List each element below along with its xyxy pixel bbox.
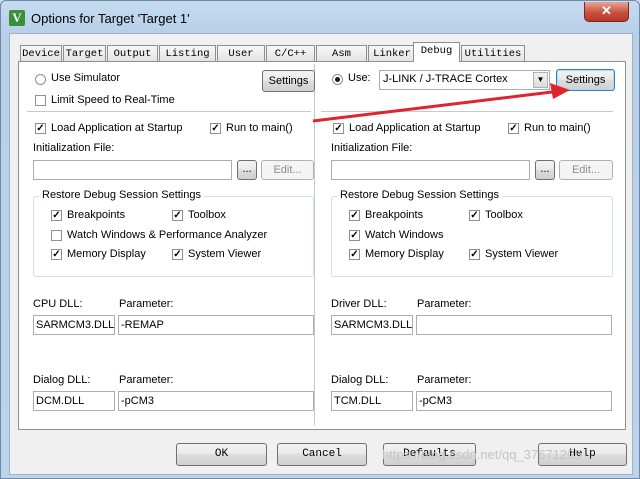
tab-target[interactable]: Target (63, 45, 106, 61)
keil-app-icon: V (9, 10, 25, 26)
cpu-param-label: Parameter: (119, 298, 174, 310)
right-dialog-param-input[interactable]: -pCM3 (416, 391, 612, 411)
right-toolbox-checkbox[interactable]: ✓ (469, 210, 480, 221)
right-init-file-label: Initialization File: (331, 142, 413, 154)
left-dialog-dll-label: Dialog DLL: (33, 374, 91, 386)
debug-tab-panel: Use Simulator Limit Speed to Real-Time S… (18, 61, 626, 430)
left-memory-display-label: Memory Display (67, 248, 146, 260)
ok-button[interactable]: OK (176, 443, 267, 466)
simulator-settings-button[interactable]: Settings (262, 70, 315, 92)
dialog-client-area: Device Target Output Listing User C/C++ … (9, 33, 633, 475)
title-bar[interactable]: V Options for Target 'Target 1' ✕ (1, 1, 639, 35)
tab-c-cpp[interactable]: C/C++ (266, 45, 315, 61)
tab-linker[interactable]: Linker (368, 45, 416, 61)
left-watch-windows-checkbox[interactable] (51, 230, 62, 241)
close-button[interactable]: ✕ (584, 2, 629, 22)
right-toolbox-label: Toolbox (485, 209, 523, 221)
use-simulator-label: Use Simulator (51, 72, 121, 84)
radio-selected-dot (335, 77, 340, 82)
driver-param-input[interactable] (416, 315, 612, 335)
left-breakpoints-checkbox[interactable]: ✓ (51, 210, 62, 221)
tab-listing[interactable]: Listing (159, 45, 216, 61)
use-debugger-radio[interactable] (332, 74, 343, 85)
right-system-viewer-checkbox[interactable]: ✓ (469, 249, 480, 260)
right-dialog-dll-label: Dialog DLL: (331, 374, 389, 386)
right-dialog-param-label: Parameter: (417, 374, 472, 386)
use-label: Use: (348, 72, 371, 84)
right-system-viewer-label: System Viewer (485, 248, 559, 260)
watermark: https://blog.csdn.net/qq_37671205 (382, 447, 582, 462)
right-run-main-checkbox[interactable]: ✓ (508, 123, 519, 134)
tab-debug[interactable]: Debug (413, 42, 460, 62)
cpu-dll-label: CPU DLL: (33, 298, 83, 310)
tab-output[interactable]: Output (107, 45, 158, 61)
right-separator (321, 111, 613, 112)
left-system-viewer-label: System Viewer (188, 248, 262, 260)
window-title: Options for Target 'Target 1' (31, 11, 190, 26)
left-dialog-dll-input[interactable]: DCM.DLL (33, 391, 115, 411)
driver-param-label: Parameter: (417, 298, 472, 310)
right-edit-button[interactable]: Edit... (559, 160, 613, 180)
debugger-select-value: J-LINK / J-TRACE Cortex (383, 73, 508, 85)
left-dialog-param-label: Parameter: (119, 374, 174, 386)
left-toolbox-label: Toolbox (188, 209, 226, 221)
right-browse-button[interactable]: ... (535, 160, 555, 180)
left-init-file-input[interactable] (33, 160, 232, 180)
left-breakpoints-label: Breakpoints (67, 209, 126, 221)
left-load-app-label: Load Application at Startup (51, 122, 183, 134)
right-memory-display-checkbox[interactable]: ✓ (349, 249, 360, 260)
chevron-down-icon[interactable]: ▼ (533, 72, 548, 88)
right-load-app-label: Load Application at Startup (349, 122, 481, 134)
right-dialog-dll-input[interactable]: TCM.DLL (331, 391, 413, 411)
right-watch-windows-checkbox[interactable]: ✓ (349, 230, 360, 241)
left-watch-windows-label: Watch Windows & Performance Analyzer (67, 229, 268, 241)
left-toolbox-checkbox[interactable]: ✓ (172, 210, 183, 221)
tab-asm[interactable]: Asm (316, 45, 367, 61)
debugger-select[interactable]: J-LINK / J-TRACE Cortex ▼ (379, 70, 550, 90)
column-divider (314, 64, 315, 425)
left-restore-group-title: Restore Debug Session Settings (39, 189, 204, 201)
left-separator (27, 111, 311, 112)
tab-user[interactable]: User (217, 45, 265, 61)
right-breakpoints-label: Breakpoints (365, 209, 424, 221)
left-system-viewer-checkbox[interactable]: ✓ (172, 249, 183, 260)
left-dialog-param-input[interactable]: -pCM3 (118, 391, 314, 411)
left-browse-button[interactable]: ... (237, 160, 257, 180)
limit-speed-checkbox[interactable] (35, 95, 46, 106)
right-breakpoints-checkbox[interactable]: ✓ (349, 210, 360, 221)
tab-device[interactable]: Device (20, 45, 62, 61)
limit-speed-label: Limit Speed to Real-Time (51, 94, 175, 106)
right-load-app-checkbox[interactable]: ✓ (333, 123, 344, 134)
right-watch-windows-label: Watch Windows (365, 229, 444, 241)
tab-utilities[interactable]: Utilities (461, 45, 525, 61)
left-run-main-checkbox[interactable]: ✓ (210, 123, 221, 134)
left-edit-button[interactable]: Edit... (261, 160, 314, 180)
left-run-main-label: Run to main() (226, 122, 293, 134)
left-init-file-label: Initialization File: (33, 142, 115, 154)
right-init-file-input[interactable] (331, 160, 530, 180)
debugger-settings-button[interactable]: Settings (556, 69, 615, 91)
right-run-main-label: Run to main() (524, 122, 591, 134)
driver-dll-label: Driver DLL: (331, 298, 387, 310)
right-memory-display-label: Memory Display (365, 248, 444, 260)
cpu-dll-input[interactable]: SARMCM3.DLL (33, 315, 115, 335)
options-dialog: V Options for Target 'Target 1' ✕ Device… (0, 0, 640, 479)
left-memory-display-checkbox[interactable]: ✓ (51, 249, 62, 260)
use-simulator-radio[interactable] (35, 74, 46, 85)
left-load-app-checkbox[interactable]: ✓ (35, 123, 46, 134)
right-restore-group-title: Restore Debug Session Settings (337, 189, 502, 201)
cpu-param-input[interactable]: -REMAP (118, 315, 314, 335)
cancel-button[interactable]: Cancel (277, 443, 367, 466)
driver-dll-input[interactable]: SARMCM3.DLL (331, 315, 413, 335)
